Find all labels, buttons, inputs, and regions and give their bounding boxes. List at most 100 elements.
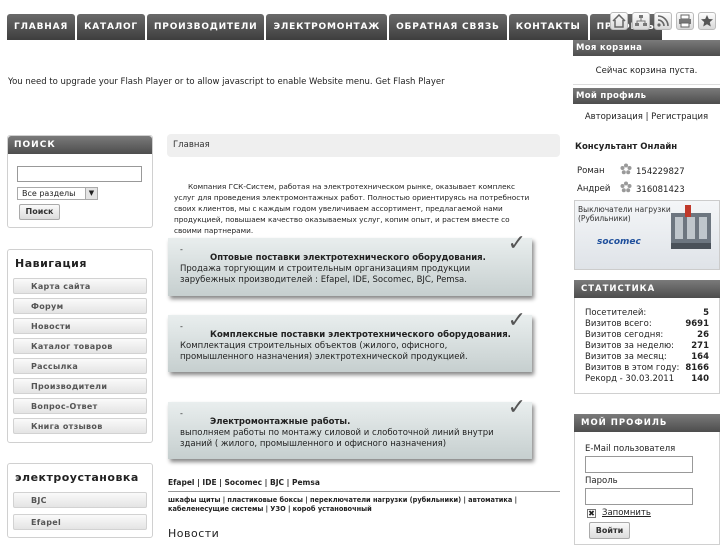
- section-select[interactable]: Все разделы ▼: [17, 187, 98, 200]
- bullet: -: [180, 409, 183, 418]
- separator: |: [645, 112, 649, 122]
- flash-warning: You need to upgrade your Flash Player or…: [8, 77, 445, 87]
- star-icon[interactable]: [698, 12, 716, 30]
- consultant-icq[interactable]: 316081423: [636, 185, 685, 195]
- nav-link-news[interactable]: Новости: [13, 318, 147, 334]
- nav-link-faq[interactable]: Вопрос-Ответ: [13, 398, 147, 414]
- remember-checkbox[interactable]: ✖: [587, 509, 596, 518]
- stat-row: Визитов за месяц: 164: [585, 352, 709, 363]
- stat-row: Визитов всего: 9691: [585, 319, 709, 330]
- brand-links[interactable]: Efapel | IDE | Socomec | BJC | Pemsa: [168, 478, 320, 487]
- socomec-logo: socomec: [597, 237, 641, 247]
- stat-value: 140: [691, 374, 709, 384]
- nav-tab-electro[interactable]: ЭЛЕКТРОМОНТАЖ: [266, 14, 388, 40]
- divider: [168, 491, 560, 492]
- cart-header: Моя корзина: [573, 40, 720, 56]
- password-field[interactable]: [585, 488, 693, 505]
- switch-product-image: [671, 205, 711, 249]
- nav-tab-catalog[interactable]: КАТАЛОГ: [77, 14, 145, 40]
- nav-link-reviews[interactable]: Книга отзывов: [13, 418, 147, 434]
- consultant-name: Роман: [577, 166, 605, 176]
- nav-tab-home[interactable]: ГЛАВНАЯ: [7, 14, 76, 40]
- home-icon[interactable]: [610, 12, 628, 30]
- email-label: E-Mail пользователя: [585, 444, 676, 454]
- search-header: ПОИСК: [8, 136, 152, 154]
- electro-box: электроустановка BJC Efapel: [7, 463, 153, 538]
- rss-icon[interactable]: [654, 12, 672, 30]
- stat-row: Посетителей: 5: [585, 308, 709, 319]
- email-field[interactable]: [585, 456, 693, 473]
- checkmark-icon: ✓: [507, 308, 526, 333]
- promo-text: Продажа торгующим и строительным организ…: [180, 264, 471, 285]
- stat-label: Визитов всего:: [585, 319, 652, 329]
- nav-link-manufacturers[interactable]: Производители: [13, 378, 147, 394]
- divider: [573, 84, 720, 85]
- search-button[interactable]: Поиск: [19, 204, 60, 220]
- register-link[interactable]: Регистрация: [651, 112, 708, 122]
- checkmark-icon: ✓: [507, 395, 526, 420]
- stat-value: 271: [691, 341, 709, 351]
- stat-row: Визитов за неделю: 271: [585, 341, 709, 352]
- electro-link-efapel[interactable]: Efapel: [13, 514, 147, 530]
- profile-links: Авторизация | Регистрация: [573, 112, 720, 122]
- toolbar-icons: [610, 12, 716, 30]
- breadcrumb[interactable]: Главная: [167, 134, 560, 157]
- nav-tab-contacts[interactable]: КОНТАКТЫ: [508, 14, 588, 40]
- promo-wholesale[interactable]: - ✓ Оптовые поставки электротехнического…: [168, 231, 532, 296]
- stat-row: Визитов сегодня: 26: [585, 330, 709, 341]
- password-label: Пароль: [585, 476, 618, 486]
- promo-title: Комплексные поставки электротехнического…: [210, 330, 511, 340]
- stats-header: СТАТИСТИКА: [574, 280, 720, 298]
- stat-row: Визитов в этом году: 8166: [585, 363, 709, 374]
- sitemap-icon[interactable]: [632, 12, 650, 30]
- search-input[interactable]: [17, 166, 142, 182]
- print-icon[interactable]: [676, 12, 694, 30]
- consultant-icq[interactable]: 154229827: [636, 167, 685, 177]
- stat-value: 26: [697, 330, 709, 340]
- stat-row: Рекорд - 30.03.2011 140: [585, 374, 709, 385]
- login-link[interactable]: Авторизация: [585, 112, 643, 122]
- bullet: -: [180, 245, 183, 254]
- navigation-header: Навигация: [15, 257, 87, 270]
- stat-value: 164: [691, 352, 709, 362]
- main-nav: ГЛАВНАЯ КАТАЛОГ ПРОИЗВОДИТЕЛИ ЭЛЕКТРОМОН…: [7, 14, 664, 40]
- promo-complex[interactable]: - ✓ Комплексные поставки электротехничес…: [168, 308, 532, 372]
- checkmark-icon: ✓: [507, 231, 526, 256]
- icq-flower-icon: [620, 163, 632, 178]
- cart-status: Сейчас корзина пуста.: [595, 66, 698, 76]
- icq-flower-icon: [620, 181, 632, 196]
- stat-label: Посетителей:: [585, 308, 647, 318]
- promo-title: Электромонтажные работы.: [210, 417, 351, 427]
- intro-paragraph: Компания ГСК-Систем, работая на электрот…: [174, 182, 530, 235]
- category-links[interactable]: шкафы щиты | пластиковые боксы | переклю…: [168, 496, 560, 514]
- switches-banner[interactable]: Выключатели нагрузки (Рубильники) socome…: [574, 200, 720, 270]
- stat-label: Визитов сегодня:: [585, 330, 664, 340]
- nav-tab-manufacturers[interactable]: ПРОИЗВОДИТЕЛИ: [146, 14, 265, 40]
- nav-link-sitemap[interactable]: Карта сайта: [13, 278, 147, 294]
- stat-label: Рекорд - 30.03.2011: [585, 374, 675, 384]
- login-box-header: МОЙ ПРОФИЛЬ: [574, 414, 720, 432]
- promo-installation[interactable]: - ✓ Электромонтажные работы. выполняем р…: [168, 395, 532, 459]
- stat-label: Визитов за неделю:: [585, 341, 675, 351]
- consultant-name: Андрей: [577, 184, 611, 194]
- navigation-box: Навигация Карта сайта Форум Новости Ката…: [7, 249, 153, 443]
- banner-line2: (Рубильники): [578, 214, 631, 223]
- chevron-down-icon: ▼: [85, 188, 97, 199]
- stat-label: Визитов в этом году:: [585, 363, 680, 373]
- stat-value: 5: [703, 308, 709, 318]
- electro-link-bjc[interactable]: BJC: [13, 492, 147, 508]
- nav-tab-feedback[interactable]: ОБРАТНАЯ СВЯЗЬ: [389, 14, 507, 40]
- stat-value: 8166: [685, 363, 709, 373]
- banner-line1: Выключатели нагрузки: [578, 205, 671, 214]
- remember-label: Запомнить: [602, 508, 651, 518]
- nav-link-forum[interactable]: Форум: [13, 298, 147, 314]
- promo-text: Комплектация строительных объектов (жило…: [180, 341, 468, 362]
- login-button[interactable]: Войти: [589, 522, 630, 539]
- nav-link-mailing[interactable]: Рассылка: [13, 358, 147, 374]
- profile-header: Мой профиль: [573, 88, 720, 104]
- nav-link-catalog[interactable]: Каталог товаров: [13, 338, 147, 354]
- news-heading: Новости: [168, 527, 220, 540]
- intro-text: Компания ГСК-Систем, работая на электрот…: [174, 181, 530, 236]
- consultant-title: Консультант Онлайн: [575, 142, 678, 152]
- bullet: -: [180, 322, 183, 331]
